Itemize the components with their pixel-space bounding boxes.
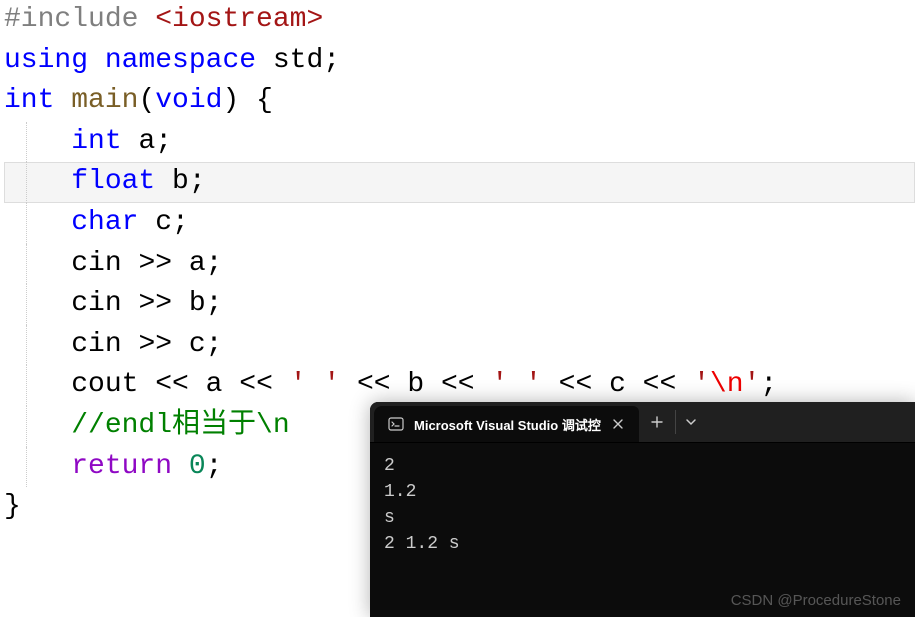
new-tab-button[interactable] — [639, 402, 675, 442]
code-line: using namespace std; — [4, 41, 915, 82]
include-lib: <iostream> — [155, 4, 323, 35]
plus-icon — [650, 415, 664, 429]
code-line: char c; — [4, 203, 915, 244]
code-line: cin >> c; — [4, 325, 915, 366]
code-line: cout << a << ' ' << b << ' ' << c << '\n… — [4, 365, 915, 406]
function-name: main — [71, 85, 138, 116]
terminal-body[interactable]: 2 1.2 s 2 1.2 s — [370, 443, 915, 567]
chevron-down-icon — [685, 416, 697, 428]
close-icon[interactable] — [611, 417, 625, 431]
comment: //endl相当于\n — [71, 410, 289, 441]
code-line: int a; — [4, 122, 915, 163]
preprocessor: #include — [4, 4, 155, 35]
terminal-output-line: 2 — [384, 453, 901, 479]
terminal-tab-title: Microsoft Visual Studio 调试控 — [414, 415, 601, 434]
code-line: cin >> b; — [4, 284, 915, 325]
terminal-output-line: 2 1.2 s — [384, 531, 901, 557]
tab-dropdown-button[interactable] — [676, 402, 706, 442]
code-line: cin >> a; — [4, 244, 915, 285]
watermark: CSDN @ProcedureStone — [731, 592, 901, 609]
terminal-tab[interactable]: Microsoft Visual Studio 调试控 — [374, 406, 639, 442]
terminal-window[interactable]: Microsoft Visual Studio 调试控 2 1.2 s 2 1.… — [370, 402, 915, 617]
terminal-titlebar[interactable]: Microsoft Visual Studio 调试控 — [370, 402, 915, 443]
terminal-output-line: 1.2 — [384, 479, 901, 505]
code-line-active: float b; — [4, 162, 915, 203]
terminal-icon — [388, 416, 404, 432]
code-line: #include <iostream> — [4, 0, 915, 41]
terminal-output-line: s — [384, 505, 901, 531]
code-line: int main(void) { — [4, 81, 915, 122]
